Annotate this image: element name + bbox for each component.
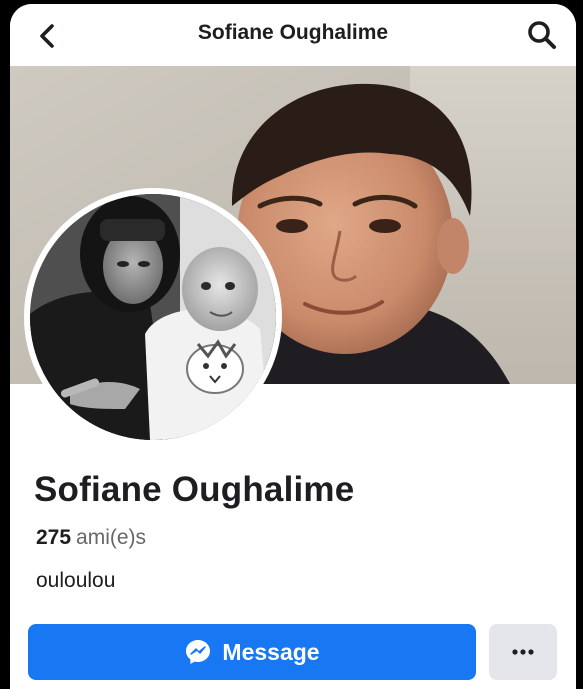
profile-name: Sofiane Oughalime xyxy=(34,470,355,509)
search-icon xyxy=(528,21,556,49)
friends-label: ami(e)s xyxy=(76,526,147,549)
friends-count: 275 xyxy=(36,526,72,549)
friends-count-line[interactable]: 275 ami(e)s xyxy=(36,526,146,550)
profile-bio: ouloulou xyxy=(36,569,116,592)
avatar-image xyxy=(30,194,276,440)
profile-avatar[interactable] xyxy=(24,188,282,446)
profile-screen: Sofiane Oughalime Sofiane Oughalime 275 … xyxy=(10,4,576,689)
message-button-label: Message xyxy=(222,638,320,665)
top-nav-bar: Sofiane Oughalime xyxy=(10,4,576,66)
more-dots-icon xyxy=(512,649,534,655)
page-title: Sofiane Oughalime xyxy=(197,21,389,44)
messenger-icon xyxy=(186,640,211,664)
message-button[interactable]: Message xyxy=(28,624,476,680)
more-options-button[interactable] xyxy=(489,624,557,680)
search-button[interactable] xyxy=(525,18,559,52)
